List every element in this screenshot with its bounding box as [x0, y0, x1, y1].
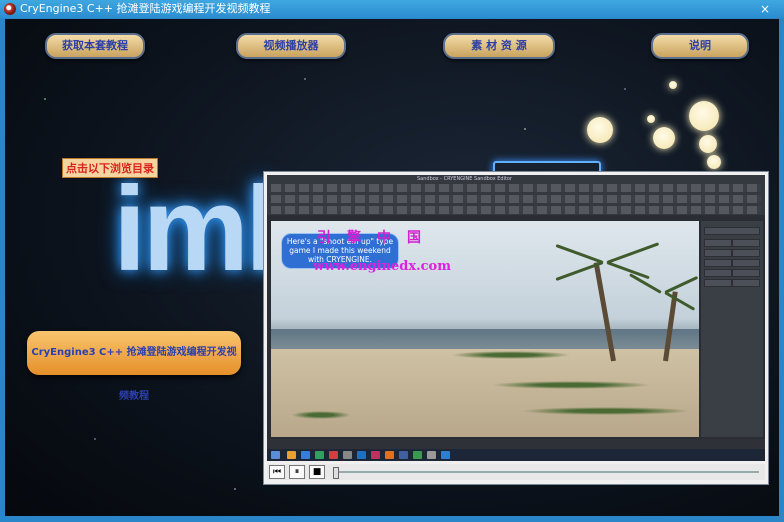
- app-icon: [385, 451, 394, 459]
- sea: [271, 329, 699, 351]
- editor-status-bar: [267, 439, 765, 449]
- decor-bubble: [689, 101, 719, 131]
- course-title-button[interactable]: CryEngine3 C++ 抢滩登陆游戏编程开发视频教程: [27, 331, 241, 402]
- stop-button[interactable]: ■: [309, 465, 325, 479]
- palm-frond: [664, 275, 699, 294]
- grass-patch: [521, 407, 691, 415]
- palm-frond: [555, 243, 604, 264]
- app-icon: [357, 451, 366, 459]
- panel-cell: [704, 259, 732, 267]
- seek-bar[interactable]: [335, 471, 759, 473]
- window-titlebar: CryEngine3 C++ 抢滩登陆游戏编程开发视频教程 ×: [0, 0, 784, 18]
- start-icon: [271, 451, 280, 459]
- editor-toolbar: Sandbox - CRYENGINE Sandbox Editor: [267, 175, 765, 215]
- panel-cell: [732, 269, 760, 277]
- panel-cell: [732, 249, 760, 257]
- logo-text: iml: [113, 162, 278, 296]
- decor-bubble: [587, 117, 613, 143]
- main-area: 获取本套教程 视频播放器 素 材 资 源 说明 iml 点击以下浏览目录 Cry…: [5, 19, 779, 516]
- instructions-button[interactable]: 说明: [651, 33, 749, 59]
- palm-frond: [606, 261, 650, 280]
- panel-cell: [704, 269, 732, 277]
- resources-button[interactable]: 素 材 资 源: [443, 33, 555, 59]
- editor-title: Sandbox - CRYENGINE Sandbox Editor: [417, 176, 513, 182]
- beach-sand: [271, 349, 699, 437]
- close-icon[interactable]: ×: [752, 0, 778, 18]
- video-frame[interactable]: Sandbox - CRYENGINE Sandbox Editor Here'…: [267, 175, 765, 461]
- app-icon: [427, 451, 436, 459]
- get-tutorial-button[interactable]: 获取本套教程: [45, 33, 145, 59]
- panel-cell: [704, 279, 732, 287]
- pause-button[interactable]: ⏸: [289, 465, 305, 479]
- toolbar-row: [271, 206, 761, 214]
- video-player: Sandbox - CRYENGINE Sandbox Editor Here'…: [263, 171, 769, 485]
- app-icon: [399, 451, 408, 459]
- app-icon: [4, 3, 16, 15]
- app-icon: [329, 451, 338, 459]
- app-icon: [371, 451, 380, 459]
- decor-bubble: [653, 127, 675, 149]
- app-icon: [343, 451, 352, 459]
- app-icon: [413, 451, 422, 459]
- seek-thumb[interactable]: [333, 467, 339, 479]
- palm-frond: [664, 291, 696, 311]
- panel-cell: [732, 259, 760, 267]
- toolbar-row: [271, 195, 761, 203]
- panel-cell: [732, 239, 760, 247]
- watermark-cn: 引擎中国: [317, 230, 437, 246]
- watermark-url: www.enginedx.com: [313, 259, 451, 274]
- player-controls: ⏮ ⏸ ■: [267, 464, 765, 480]
- window-frame: 获取本套教程 视频播放器 素 材 资 源 说明 iml 点击以下浏览目录 Cry…: [0, 18, 784, 522]
- window-title: CryEngine3 C++ 抢滩登陆游戏编程开发视频教程: [20, 2, 271, 15]
- video-player-button[interactable]: 视频播放器: [236, 33, 346, 59]
- palm-frond: [606, 242, 660, 264]
- panel-cell: [732, 279, 760, 287]
- panel-cell: [704, 227, 760, 235]
- editor-side-panel: [701, 221, 763, 437]
- panel-cell: [704, 249, 732, 257]
- grass-patch: [491, 381, 651, 389]
- browse-catalog-tag[interactable]: 点击以下浏览目录: [62, 158, 158, 178]
- decor-bubble: [699, 135, 717, 153]
- decor-bubble: [647, 115, 655, 123]
- panel-cell: [704, 239, 732, 247]
- app-icon: [441, 451, 450, 459]
- grass-patch: [291, 411, 351, 419]
- grass-patch: [451, 351, 571, 359]
- decor-bubble: [669, 81, 677, 89]
- folder-icon: [287, 451, 296, 459]
- decor-bubble: [707, 155, 721, 169]
- browser-icon: [301, 451, 310, 459]
- app-icon: [315, 451, 324, 459]
- previous-button[interactable]: ⏮: [269, 465, 285, 479]
- windows-taskbar: [267, 449, 765, 461]
- toolbar-row: [271, 184, 761, 192]
